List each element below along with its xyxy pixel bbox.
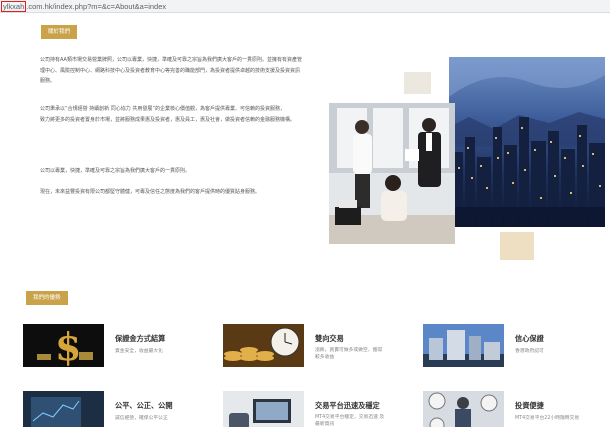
advantage-2-title: 雙向交易 (315, 334, 344, 343)
advantage-4-title: 公平、公正、公開 (115, 401, 173, 410)
url-path: .com.hk/index.php?m=&c=About&a=index (26, 2, 167, 11)
url-text[interactable]: ylkxah .com.hk/index.php?m=&c=About&a=ind… (1, 1, 166, 12)
about-paragraph-1: 公司持有AA類市場交易營業牌照，公司以專業，快捷，準確及可靠之宗旨為我們廣大客戶… (40, 57, 302, 84)
advantage-4-desc: 誠信經營，確保公平公正 (115, 416, 168, 421)
city-skyline-photo (449, 57, 605, 227)
advantage-3-image (423, 324, 504, 367)
advantage-1-desc: 資金安全，收益最大化 (115, 349, 163, 354)
about-paragraph-3: 公司以專業，快捷，準確及可靠之宗旨為我們廣大客戶的一貫原則。 (40, 168, 191, 174)
about-heading-tag: 關於我們 (41, 25, 78, 39)
about-paragraph-4: 現在，未來益豐投資有限公司都堅守體健，可專及信任之態度為我們的客戶提供時的優質貼… (40, 189, 261, 195)
advantage-3-title: 信心保證 (515, 334, 544, 343)
decor-square-bottom (500, 232, 534, 260)
advantage-5-desc: MT4交易平台穩定，交易迅速 及 最新資訊 (315, 415, 385, 427)
business-team-photo (329, 103, 455, 244)
about-paragraph-2: 公司秉承以“合規經營 持續創新 同心協力 共用發展”的企業核心價值觀，為客戶提供… (40, 106, 296, 123)
advantage-1-image: $ (23, 324, 104, 367)
url-host-highlight: ylkxah (1, 1, 27, 12)
address-bar[interactable]: ylkxah .com.hk/index.php?m=&c=About&a=ind… (0, 0, 610, 13)
decor-square-top (404, 72, 431, 94)
svg-text:$: $ (55, 324, 81, 367)
advantages-heading-tag: 我們的優勢 (26, 291, 68, 305)
advantage-2-desc: 漲跌，買賣可做多或做空，獲得 較多收益 (315, 348, 383, 360)
advantage-5-image (223, 391, 304, 427)
advantage-2-image (223, 324, 304, 367)
advantage-3-desc: 香港政府認可 (515, 349, 544, 354)
advantage-4-image (23, 391, 104, 427)
advantage-6-image (423, 391, 504, 427)
advantage-1-title: 保證金方式結算 (115, 334, 166, 343)
advantage-6-desc: MT4交易平台22小時隨時交易 (515, 416, 580, 421)
advantage-5-title: 交易平台迅速及穩定 (315, 401, 380, 410)
advantage-6-title: 投資便捷 (515, 401, 544, 410)
